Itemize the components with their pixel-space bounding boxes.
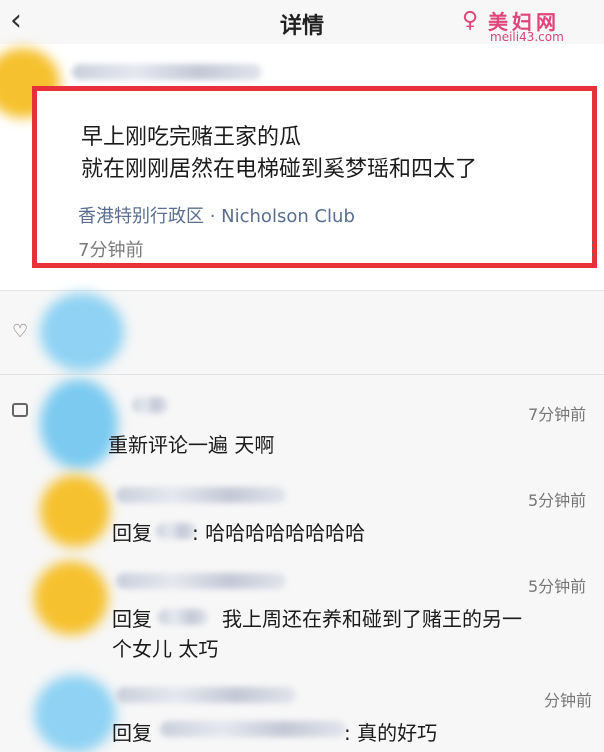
comment-text: : 真的好巧 [344, 721, 438, 745]
reply-to-blurred [158, 609, 208, 625]
username-blurred [116, 687, 296, 703]
reply-label: 回复 [112, 607, 152, 631]
avatar[interactable] [34, 561, 108, 635]
avatar[interactable] [40, 475, 110, 547]
reply-label: 回复 [112, 721, 152, 745]
avatar[interactable] [40, 379, 118, 469]
username-blurred [72, 64, 262, 80]
comment-time: 分钟前 [544, 691, 593, 710]
comment-text: 重新评论一遍 天啊 [108, 433, 275, 457]
more-icon[interactable]: ⋮ [584, 238, 602, 259]
avatar[interactable] [34, 675, 116, 752]
comment-text-cont: 个女儿 太巧 [112, 637, 219, 661]
comment-time: 5分钟前 [528, 491, 587, 510]
username-blurred [116, 487, 286, 503]
comment-text: : 哈哈哈哈哈哈哈哈 [192, 521, 366, 545]
reply-to-blurred [160, 721, 346, 737]
reply-to-blurred [156, 523, 196, 539]
comment-time: 5分钟前 [528, 577, 587, 596]
comments-section: 7分钟前 重新评论一遍 天啊 5分钟前 回复 : 哈哈哈哈哈哈哈哈 5分钟前 回… [0, 374, 604, 752]
likes-section: ♡ [0, 290, 604, 374]
nav-bar: ‹ 详情 ♀ 美妇网 meili43.com [0, 0, 604, 44]
watermark: ♀ 美妇网 meili43.com [462, 6, 592, 48]
post-location[interactable]: 香港特别行政区 · Nicholson Club [78, 202, 355, 228]
feminine-symbol-icon: ♀ [462, 8, 479, 33]
comment-time: 7分钟前 [528, 405, 587, 424]
comment-icon [12, 403, 28, 417]
post-text-line2: 就在刚刚居然在电梯碰到奚梦瑶和四太了 [81, 157, 478, 182]
watermark-url: meili43.com [490, 30, 564, 44]
username-blurred [116, 573, 286, 589]
post-text-line1: 早上刚吃完赌王家的瓜 [81, 125, 302, 150]
comment-text: 我上周还在养和碰到了赌王的另一 [222, 607, 522, 631]
username-blurred [132, 397, 168, 413]
heart-icon: ♡ [12, 321, 29, 342]
liker-avatar[interactable] [40, 293, 124, 371]
reply-label: 回复 [112, 521, 152, 545]
post-time: 7分钟前 [78, 240, 144, 261]
